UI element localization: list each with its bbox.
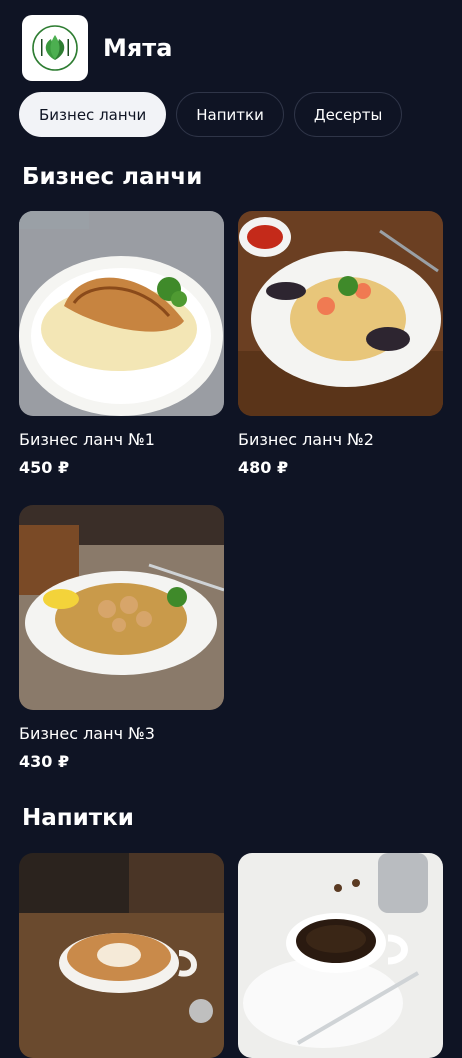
cappuccino-photo [19,853,224,1058]
menu-item-card[interactable] [19,853,224,1058]
category-tabs: Бизнес ланчи Напитки Десерты [19,92,403,137]
tab-drinks[interactable]: Напитки [176,92,284,137]
tab-business-lunches[interactable]: Бизнес ланчи [19,92,167,137]
mint-logo-icon[interactable] [22,15,88,81]
item-price: 480 ₽ [238,458,289,477]
item-price: 430 ₽ [19,752,70,771]
section-title-business-lunches: Бизнес ланчи [22,164,203,190]
menu-item-card[interactable]: Бизнес ланч №2 480 ₽ [238,211,443,477]
tab-desserts[interactable]: Десерты [293,92,403,137]
item-name: Бизнес ланч №2 [238,430,374,449]
menu-item-card[interactable] [238,853,443,1058]
rice-chicken-photo [19,505,224,710]
chicken-puree-photo [19,211,224,416]
section-title-drinks: Напитки [22,805,134,831]
menu-item-card[interactable]: Бизнес ланч №1 450 ₽ [19,211,224,477]
item-price: 450 ₽ [19,458,70,477]
app-header: Мята [22,15,172,81]
menu-item-card[interactable]: Бизнес ланч №3 430 ₽ [19,505,224,771]
item-name: Бизнес ланч №1 [19,430,155,449]
black-coffee-photo [238,853,443,1058]
item-name: Бизнес ланч №3 [19,724,155,743]
app-name: Мята [103,34,173,62]
seafood-pasta-photo [238,211,443,416]
